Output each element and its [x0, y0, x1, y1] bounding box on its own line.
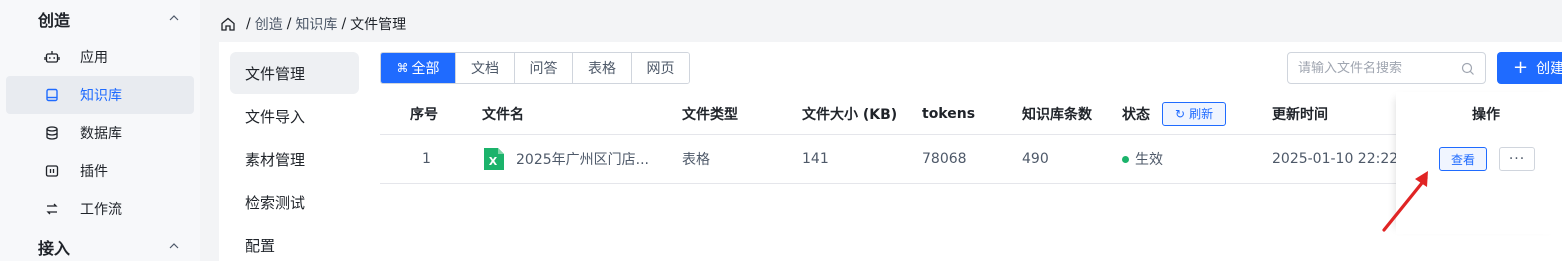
column-size: 文件大小 (KB)	[802, 106, 898, 123]
column-status: 状态 ↻ 刷新	[1122, 92, 1227, 135]
search-icon[interactable]	[1461, 62, 1475, 76]
view-button[interactable]: 查看	[1439, 147, 1487, 171]
cell-chunks: 490	[1022, 151, 1049, 167]
sidebar-item-apps[interactable]: 应用	[6, 38, 194, 76]
submenu-file-management[interactable]: 文件管理	[230, 52, 359, 94]
filename-text: 2025年广州区门店...	[516, 152, 649, 168]
column-chunks: 知识库条数	[1022, 106, 1092, 123]
refresh-icon: ↻	[1175, 106, 1186, 121]
sidebar-item-label: 知识库	[80, 88, 122, 104]
search-box	[1287, 52, 1486, 84]
submenu-config[interactable]: 配置	[230, 224, 359, 261]
submenu-file-import[interactable]: 文件导入	[230, 95, 359, 137]
breadcrumb-create[interactable]: 创造	[255, 14, 283, 34]
chevron-up-icon	[169, 243, 179, 249]
home-icon[interactable]	[220, 16, 236, 32]
column-index: 序号	[410, 106, 438, 123]
cell-status: 生效	[1122, 135, 1163, 183]
cell-index: 1	[422, 151, 431, 167]
column-tokens: tokens	[922, 105, 976, 122]
sidebar-section-access[interactable]: 接入	[0, 228, 200, 261]
sidebar-item-workflow[interactable]: 工作流	[6, 190, 194, 228]
status-text: 生效	[1135, 152, 1163, 168]
status-dot	[1122, 155, 1129, 163]
submenu-material-management[interactable]: 素材管理	[230, 138, 359, 180]
submenu-retrieval-test[interactable]: 检索测试	[230, 181, 359, 223]
breadcrumb-separator: /	[341, 16, 347, 32]
sidebar: 创造 应用 知识库 数据库 插件 工作流 接入	[0, 0, 200, 261]
table-header: 序号 文件名 文件类型 文件大小 (KB) tokens 知识库条数 状态 ↻ …	[380, 92, 1562, 135]
refresh-label: 刷新	[1189, 107, 1214, 121]
svg-text:X: X	[489, 155, 498, 168]
sidebar-item-database[interactable]: 数据库	[6, 114, 194, 152]
workflow-icon	[44, 201, 60, 217]
cell-tokens: 78068	[922, 151, 967, 167]
tab-tables[interactable]: 表格	[572, 53, 631, 83]
book-icon	[44, 87, 60, 103]
annotation-arrow-icon	[1382, 171, 1428, 232]
sidebar-section-create[interactable]: 创造	[0, 0, 200, 38]
more-actions-button[interactable]: ···	[1499, 147, 1535, 171]
refresh-button[interactable]: ↻ 刷新	[1162, 101, 1227, 126]
sidebar-item-label: 工作流	[80, 202, 122, 218]
create-button[interactable]: + 创建	[1497, 52, 1562, 84]
cell-type: 表格	[682, 152, 710, 168]
knowledge-submenu: 文件管理 文件导入 素材管理 检索测试 配置	[219, 42, 370, 261]
search-input[interactable]	[1298, 60, 1458, 76]
sidebar-item-label: 插件	[80, 164, 108, 180]
column-type: 文件类型	[682, 106, 738, 123]
database-icon	[44, 125, 60, 141]
tab-label: 全部	[411, 61, 440, 77]
sidebar-section-title: 接入	[38, 239, 71, 258]
column-filename: 文件名	[482, 106, 524, 123]
breadcrumb-separator: /	[246, 16, 251, 32]
tab-all[interactable]: ⌘ 全部	[381, 53, 455, 83]
excel-file-icon: X	[484, 148, 504, 170]
tab-qa[interactable]: 问答	[514, 53, 572, 83]
sidebar-item-label: 应用	[80, 50, 108, 66]
command-icon: ⌘	[396, 61, 409, 75]
cell-size: 141	[802, 151, 829, 167]
breadcrumb: / 创造 / 知识库 / 文件管理	[220, 14, 406, 34]
tab-webpages[interactable]: 网页	[631, 53, 689, 83]
sidebar-item-plugins[interactable]: 插件	[6, 152, 194, 190]
chevron-up-icon	[169, 15, 179, 21]
plugin-icon	[44, 163, 60, 179]
breadcrumb-separator: /	[286, 16, 292, 32]
plus-icon: +	[1513, 57, 1529, 78]
column-status-label: 状态	[1122, 106, 1150, 123]
breadcrumb-knowledge[interactable]: 知识库	[295, 14, 337, 34]
column-updated: 更新时间	[1272, 106, 1328, 123]
tab-documents[interactable]: 文档	[455, 53, 514, 83]
cell-filename[interactable]: X 2025年广州区门店...	[484, 135, 649, 183]
column-operations: 操作	[1472, 106, 1500, 123]
file-type-tabs: ⌘ 全部 文档 问答 表格 网页	[380, 52, 690, 84]
breadcrumb-current: 文件管理	[350, 17, 407, 33]
create-label: 创建	[1536, 61, 1562, 77]
sidebar-section-title: 创造	[38, 11, 71, 30]
sidebar-item-label: 数据库	[80, 126, 122, 142]
sidebar-item-knowledge[interactable]: 知识库	[6, 76, 194, 114]
robot-icon	[44, 49, 60, 65]
